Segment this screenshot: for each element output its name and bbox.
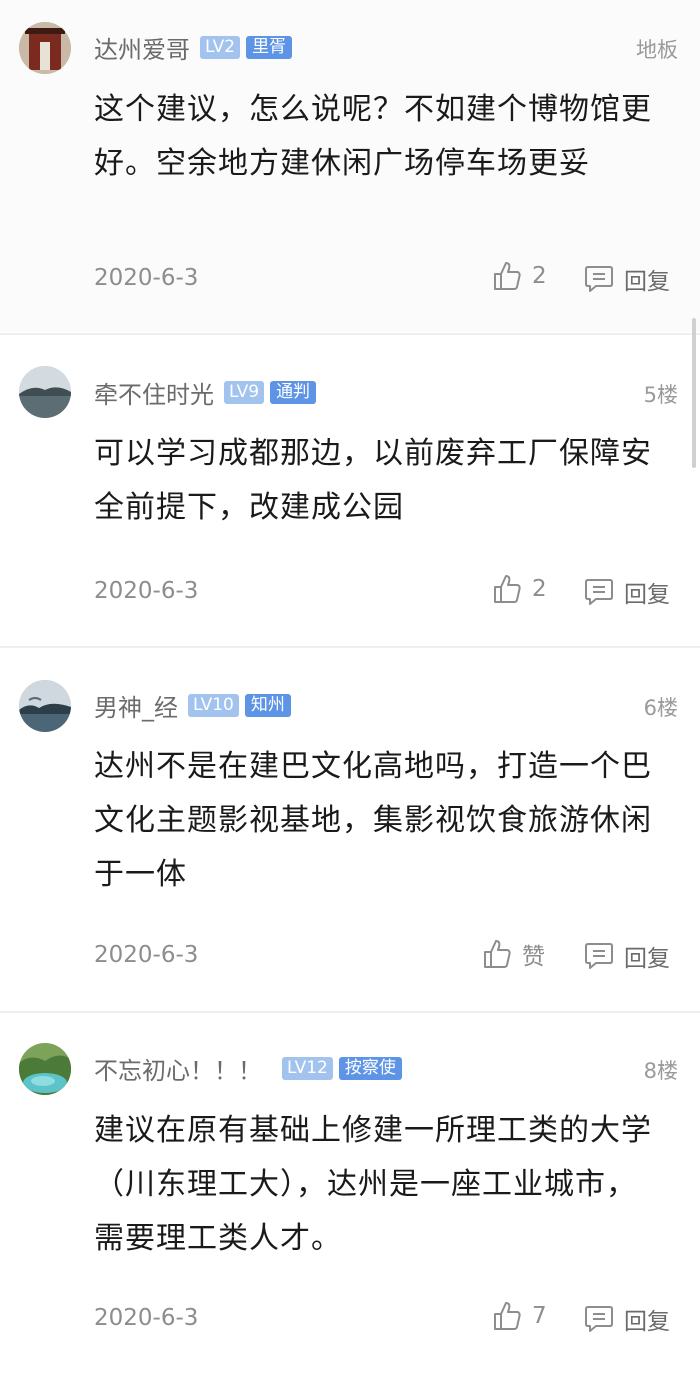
level-badge: LV10 (188, 693, 239, 717)
reply-label: 回复 (624, 946, 670, 972)
reply-bubble-icon (584, 577, 614, 607)
floor-label: 地板 (636, 38, 678, 62)
comment-text: 达州不是在建巴文化高地吗，打造一个巴文化主题影视基地，集影视饮食旅游休闲于一体 (94, 749, 652, 892)
reply-label: 回复 (624, 1309, 670, 1335)
comment-text: 这个建议，怎么说呢？不如建个博物馆更好。空余地方建休闲广场停车场更妥 (94, 92, 652, 181)
scrollbar[interactable] (692, 318, 696, 468)
reply-bubble-icon (584, 1304, 614, 1334)
username[interactable]: 牵不住时光 (94, 375, 214, 410)
like-button[interactable]: 赞 (482, 937, 545, 971)
thumbs-up-icon (492, 573, 522, 605)
comment-item: 达州爱哥 LV2 里胥 地板 这个建议，怎么说呢？不如建个博物馆更好。空余地方建… (0, 0, 700, 332)
avatar[interactable] (19, 680, 71, 732)
title-badge: 知州 (244, 693, 291, 717)
username[interactable]: 男神_经 (94, 688, 178, 723)
reply-button[interactable]: 回复 (584, 1302, 670, 1336)
like-count: 2 (532, 263, 547, 289)
like-button[interactable]: 7 (492, 1300, 547, 1332)
level-badge: LV12 (282, 1056, 333, 1080)
floor-label: 5楼 (643, 383, 678, 407)
comment-date: 2020-6-3 (94, 265, 199, 291)
reply-bubble-icon (584, 941, 614, 971)
comment-item: 牵不住时光 LV9 通判 5楼 可以学习成都那边，以前废弃工厂保障安全前提下，改… (0, 335, 700, 645)
comment-date: 2020-6-3 (94, 1305, 199, 1331)
comment-date: 2020-6-3 (94, 578, 199, 604)
level-badge: LV9 (224, 380, 265, 404)
avatar[interactable] (19, 366, 71, 418)
name-row: 男神_经 LV10 知州 (94, 688, 291, 722)
title-badge: 里胥 (246, 35, 293, 59)
like-label: 赞 (522, 944, 545, 970)
reply-button[interactable]: 回复 (584, 939, 670, 973)
name-row: 不忘初心！！！ LV12 按察使 (94, 1051, 402, 1085)
username[interactable]: 不忘初心！！！ (94, 1051, 262, 1086)
reply-bubble-icon (584, 264, 614, 294)
comment-item: 男神_经 LV10 知州 6楼 达州不是在建巴文化高地吗，打造一个巴文化主题影视… (0, 648, 700, 1010)
comment-text: 可以学习成都那边，以前废弃工厂保障安全前提下，改建成公园 (94, 436, 652, 525)
floor-label: 6楼 (643, 696, 678, 720)
reply-label: 回复 (624, 269, 670, 295)
like-count: 2 (532, 576, 547, 602)
like-button[interactable]: 2 (492, 260, 547, 292)
reply-button[interactable]: 回复 (584, 575, 670, 609)
name-row: 牵不住时光 LV9 通判 (94, 375, 317, 410)
avatar[interactable] (19, 22, 71, 74)
floor-label: 8楼 (643, 1059, 678, 1083)
comment-item: 不忘初心！！！ LV12 按察使 8楼 建议在原有基础上修建一所理工类的大学（川… (0, 1013, 700, 1377)
reply-button[interactable]: 回复 (584, 262, 670, 296)
title-badge: 按察使 (338, 1056, 402, 1080)
like-button[interactable]: 2 (492, 573, 547, 605)
username[interactable]: 达州爱哥 (94, 30, 190, 65)
like-count: 7 (532, 1303, 547, 1329)
reply-label: 回复 (624, 582, 670, 608)
comment-text: 建议在原有基础上修建一所理工类的大学（川东理工大），达州是一座工业城市，需要理工… (94, 1113, 652, 1256)
thumbs-up-icon (492, 1300, 522, 1332)
name-row: 达州爱哥 LV2 里胥 (94, 30, 293, 65)
thumbs-up-icon (492, 260, 522, 292)
title-badge: 通判 (270, 380, 317, 404)
comment-date: 2020-6-3 (94, 942, 199, 968)
thumbs-up-icon (482, 938, 512, 970)
avatar[interactable] (19, 1043, 71, 1095)
level-badge: LV2 (200, 35, 241, 59)
